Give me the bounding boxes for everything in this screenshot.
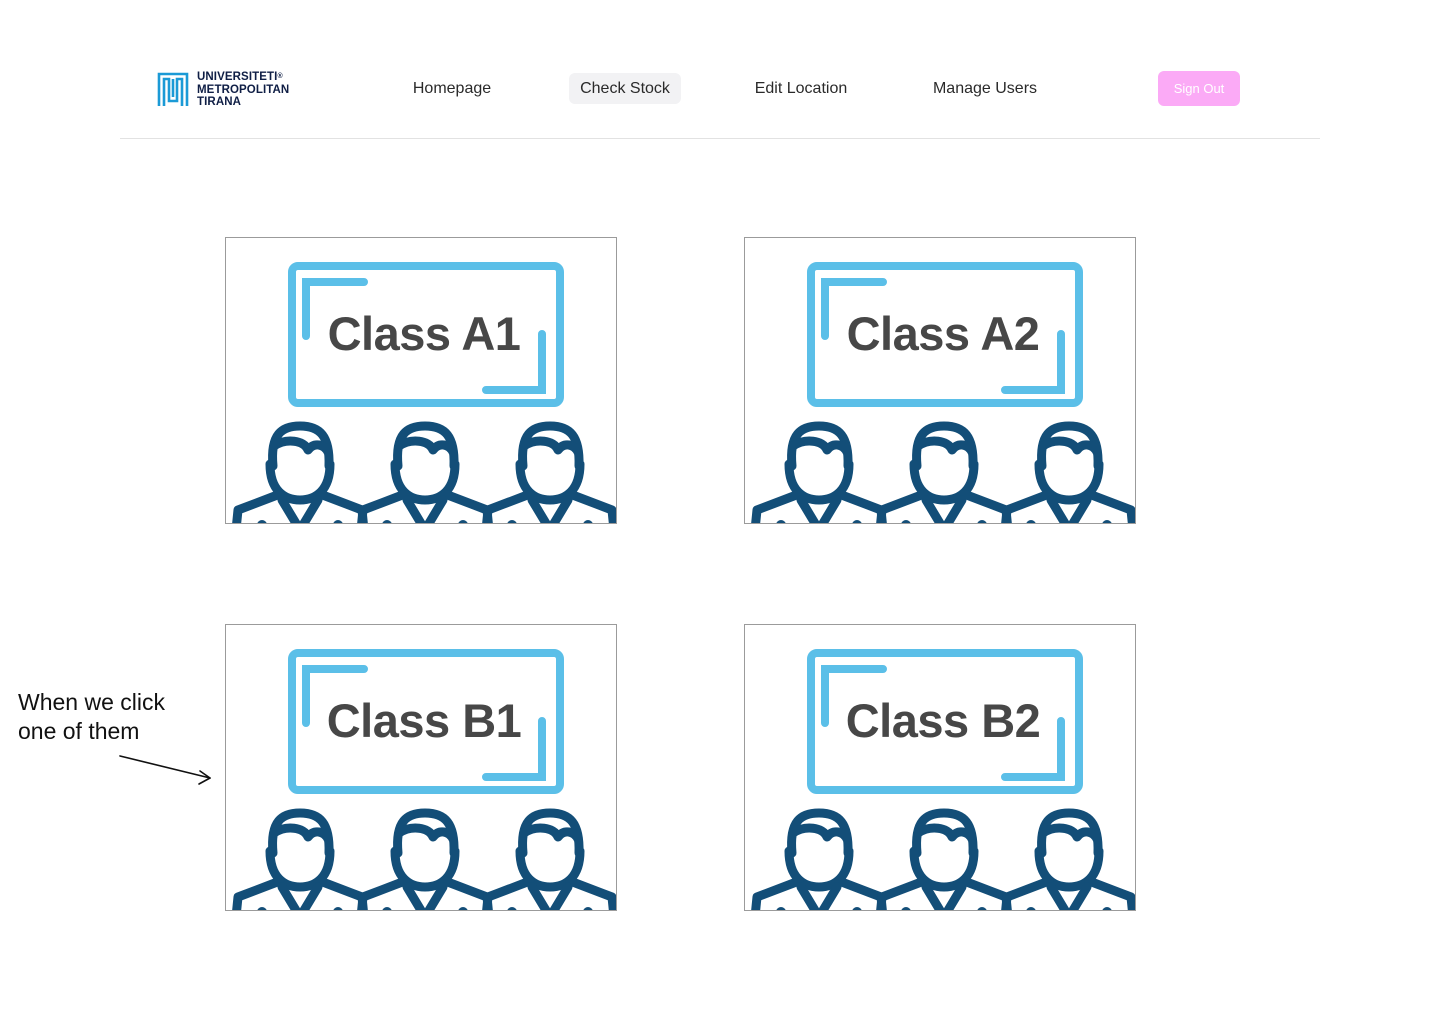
logo-line-2: METROPOLITAN [197, 83, 290, 96]
class-card-a1[interactable]: Class A1 [225, 237, 617, 524]
class-label: Class A1 [327, 307, 521, 360]
nav-homepage[interactable]: Homepage [400, 73, 504, 104]
annotation-line-2: one of them [18, 718, 140, 744]
classroom-board-students-icon [751, 649, 1135, 910]
sign-out-button[interactable]: Sign Out [1158, 71, 1240, 106]
top-navigation-bar: UNIVERSITETI® METROPOLITAN TIRANA Homepa… [120, 0, 1320, 139]
annotation-line-1: When we click [18, 689, 165, 715]
nav-check-stock[interactable]: Check Stock [569, 73, 681, 104]
nav-manage-users[interactable]: Manage Users [920, 73, 1050, 104]
nav-edit-location[interactable]: Edit Location [741, 73, 861, 104]
classroom-board-students-icon [751, 262, 1135, 523]
university-logo[interactable]: UNIVERSITETI® METROPOLITAN TIRANA [157, 70, 307, 110]
class-card-b1[interactable]: Class B1 [225, 624, 617, 911]
classroom-board-students-icon [232, 649, 616, 910]
annotation-arrow-icon [119, 755, 211, 785]
annotation-note: When we click one of them [18, 688, 165, 746]
logo-line-3: TIRANA [197, 96, 242, 109]
classroom-board-students-icon [232, 262, 616, 523]
class-card-a2[interactable]: Class A2 [744, 237, 1136, 524]
university-logo-text: UNIVERSITETI® METROPOLITAN TIRANA [197, 71, 289, 109]
university-logo-mark-icon [157, 72, 189, 106]
registered-mark: ® [277, 73, 283, 80]
class-label: Class B1 [326, 694, 522, 747]
class-label: Class B2 [845, 694, 1041, 747]
logo-line-1: UNIVERSITETI [197, 71, 278, 83]
class-card-b2[interactable]: Class B2 [744, 624, 1136, 911]
class-label: Class A2 [846, 307, 1040, 360]
